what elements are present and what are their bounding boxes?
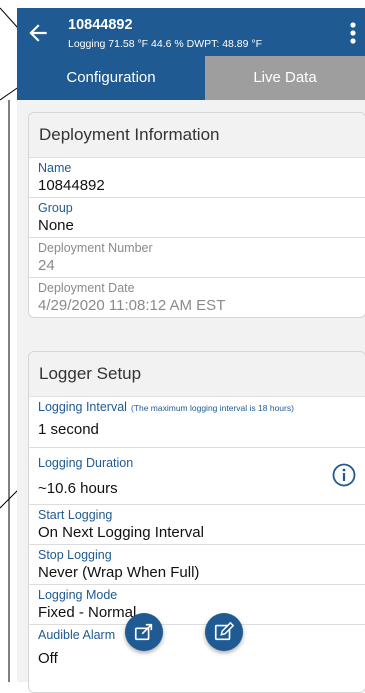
app-bar: 10844892 Logging 71.58 °F 44.6 % DWPT: 4… xyxy=(17,8,365,56)
stop-logging-field[interactable]: Stop Logging Never (Wrap When Full) xyxy=(29,545,365,585)
tab-live-data[interactable]: Live Data xyxy=(205,56,365,100)
tab-bar: Configuration Live Data xyxy=(17,56,365,100)
field-value[interactable]: On Next Logging Interval xyxy=(38,522,365,544)
deployment-information-card: Deployment Information Name 10844892 Gro… xyxy=(28,112,365,318)
deployment-date-field: Deployment Date 4/29/2020 11:08:12 AM ES… xyxy=(29,278,365,317)
deployment-number-field: Deployment Number 24 xyxy=(29,238,365,278)
export-icon xyxy=(134,623,153,641)
logging-interval-label: Logging Interval xyxy=(38,400,127,414)
tab-configuration[interactable]: Configuration xyxy=(17,56,205,100)
card-title: Deployment Information xyxy=(29,113,365,158)
arrow-left-icon[interactable] xyxy=(25,20,51,46)
info-circle-icon[interactable] xyxy=(332,463,356,487)
field-value[interactable]: 10844892 xyxy=(38,175,365,197)
logging-interval-note: (The maximum logging interval is 18 hour… xyxy=(130,403,294,413)
field-label: Deployment Number xyxy=(38,241,153,255)
field-label: Deployment Date xyxy=(38,281,135,295)
export-button[interactable] xyxy=(125,613,163,651)
audible-alarm-field[interactable]: Audible Alarm Off xyxy=(29,625,365,670)
field-value: ~10.6 hours xyxy=(38,480,118,497)
configuration-content: Deployment Information Name 10844892 Gro… xyxy=(17,100,365,693)
field-value: 4/29/2020 11:08:12 AM EST xyxy=(38,297,226,314)
field-label: Start Logging xyxy=(38,508,113,522)
logger-title: 10844892 xyxy=(68,17,133,33)
field-label: Group xyxy=(38,201,73,215)
field-value[interactable]: Fixed - Normal xyxy=(38,602,365,624)
card-title: Logger Setup xyxy=(29,352,365,397)
logger-status: Logging 71.58 °F 44.6 % DWPT: 48.89 °F xyxy=(68,38,263,50)
field-label: Audible Alarm xyxy=(38,628,116,642)
edit-icon xyxy=(214,621,235,641)
field-value[interactable]: None xyxy=(38,215,365,237)
field-label: Logging Mode xyxy=(38,588,118,602)
logging-mode-field[interactable]: Logging Mode Fixed - Normal xyxy=(29,585,365,625)
group-field[interactable]: Group None xyxy=(29,198,365,238)
field-label: Stop Logging xyxy=(38,548,112,562)
logging-interval-field[interactable]: Logging Interval (The maximum logging int… xyxy=(29,397,365,448)
logging-duration-field: Logging Duration ~10.6 hours xyxy=(29,448,365,505)
field-label: Logging Interval (The maximum logging int… xyxy=(38,397,365,414)
name-field[interactable]: Name 10844892 xyxy=(29,158,365,198)
field-label: Logging Duration xyxy=(38,456,134,470)
start-logging-field[interactable]: Start Logging On Next Logging Interval xyxy=(29,505,365,545)
field-value[interactable]: 1 second xyxy=(38,414,365,441)
field-value: 24 xyxy=(38,257,55,274)
edit-button[interactable] xyxy=(205,613,243,651)
field-value[interactable]: Never (Wrap When Full) xyxy=(38,562,365,584)
vertical-dots-icon[interactable] xyxy=(347,20,359,46)
logger-setup-card: Logger Setup Logging Interval (The maximu… xyxy=(28,351,365,693)
field-value[interactable]: Off xyxy=(38,642,365,670)
field-label: Name xyxy=(38,161,72,175)
